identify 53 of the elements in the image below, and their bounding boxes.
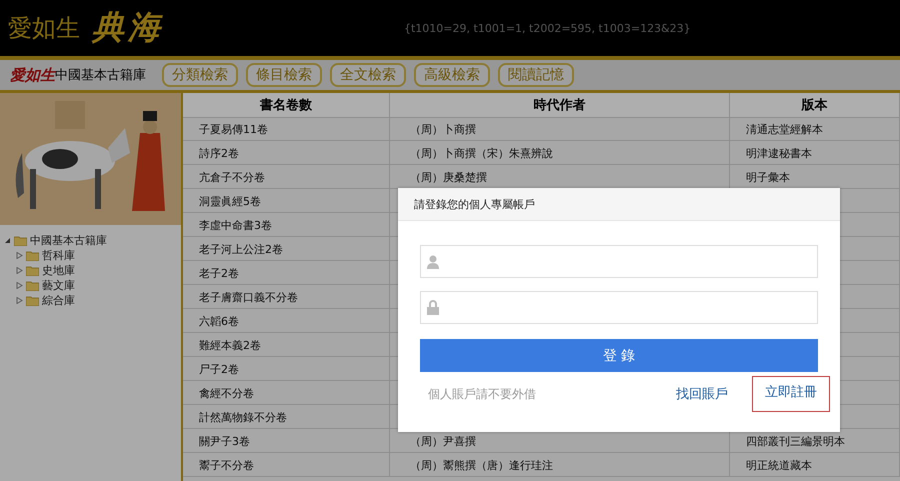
collapsed-arrow-icon[interactable] bbox=[16, 252, 23, 259]
database-name: 中國基本古籍庫 bbox=[55, 68, 146, 84]
column-header: 時代作者 bbox=[390, 93, 730, 118]
table-cell: 洞靈眞經5卷 bbox=[183, 189, 390, 213]
folder-icon bbox=[26, 250, 39, 261]
table-cell: （周）卜商撰 bbox=[390, 117, 730, 141]
folder-icon bbox=[26, 295, 39, 306]
user-icon bbox=[427, 254, 439, 268]
login-button[interactable]: 登 錄 bbox=[420, 339, 818, 372]
collapsed-arrow-icon[interactable] bbox=[16, 282, 23, 289]
table-cell: 明正統道藏本 bbox=[730, 453, 900, 477]
register-link[interactable]: 立即註冊 bbox=[752, 376, 830, 412]
table-cell: 亢倉子不分卷 bbox=[183, 165, 390, 189]
tree-item[interactable]: 綜合庫 bbox=[42, 293, 75, 308]
table-cell: 老子膚齋口義不分卷 bbox=[183, 285, 390, 309]
collapsed-arrow-icon[interactable] bbox=[16, 297, 23, 304]
logo-title: 典海 bbox=[92, 7, 164, 48]
column-header: 版本 bbox=[730, 93, 900, 118]
table-cell: 鬻子不分卷 bbox=[183, 453, 390, 477]
tree-item[interactable]: 哲科庫 bbox=[42, 248, 75, 263]
password-field[interactable] bbox=[420, 291, 818, 324]
username-field[interactable] bbox=[420, 245, 818, 278]
table-cell: 六韜6卷 bbox=[183, 309, 390, 333]
table-cell: （周）卜商撰（宋）朱熹辨說 bbox=[390, 141, 730, 165]
recover-account-link[interactable]: 找回賬戶 bbox=[676, 385, 728, 403]
folder-icon bbox=[26, 280, 39, 291]
lock-icon bbox=[427, 300, 439, 315]
table-cell: 子夏易傳11卷 bbox=[183, 117, 390, 141]
folder-icon bbox=[26, 265, 39, 276]
account-note: 個人賬戶請不要外借 bbox=[428, 386, 537, 402]
column-header: 書名卷數 bbox=[183, 93, 390, 118]
brand-logo: 愛如生 bbox=[10, 66, 55, 84]
dialog-title: 請登錄您的個人專屬帳戶 bbox=[414, 196, 535, 212]
tree-item[interactable]: 中國基本古籍庫 bbox=[30, 233, 107, 248]
table-cell: 詩序2卷 bbox=[183, 141, 390, 165]
table-cell: 老子河上公注2卷 bbox=[183, 237, 390, 261]
table-cell: 關尹子3卷 bbox=[183, 429, 390, 453]
table-cell: 淸通志堂經解本 bbox=[730, 117, 900, 141]
table-cell: 老子2卷 bbox=[183, 261, 390, 285]
table-cell: 難經本義2卷 bbox=[183, 333, 390, 357]
table-cell: 尸子2卷 bbox=[183, 357, 390, 381]
table-cell: 李虛中命書3卷 bbox=[183, 213, 390, 237]
tree-item[interactable]: 藝文庫 bbox=[42, 278, 75, 293]
logo-brand: 愛如生 bbox=[8, 13, 80, 44]
table-cell: 明津逮秘書本 bbox=[730, 141, 900, 165]
collapsed-arrow-icon[interactable] bbox=[16, 267, 23, 274]
query-params: {t1010=29, t1001=1, t2002=595, t1003=123&23} bbox=[404, 22, 691, 34]
table-cell: （周）鬻熊撰（唐）逢行珪注 bbox=[390, 453, 730, 477]
expanded-arrow-icon[interactable] bbox=[4, 237, 11, 244]
table-cell: 計然萬物錄不分卷 bbox=[183, 405, 390, 429]
folder-icon bbox=[14, 235, 27, 246]
table-cell: 禽經不分卷 bbox=[183, 381, 390, 405]
tree-item[interactable]: 史地庫 bbox=[42, 263, 75, 278]
